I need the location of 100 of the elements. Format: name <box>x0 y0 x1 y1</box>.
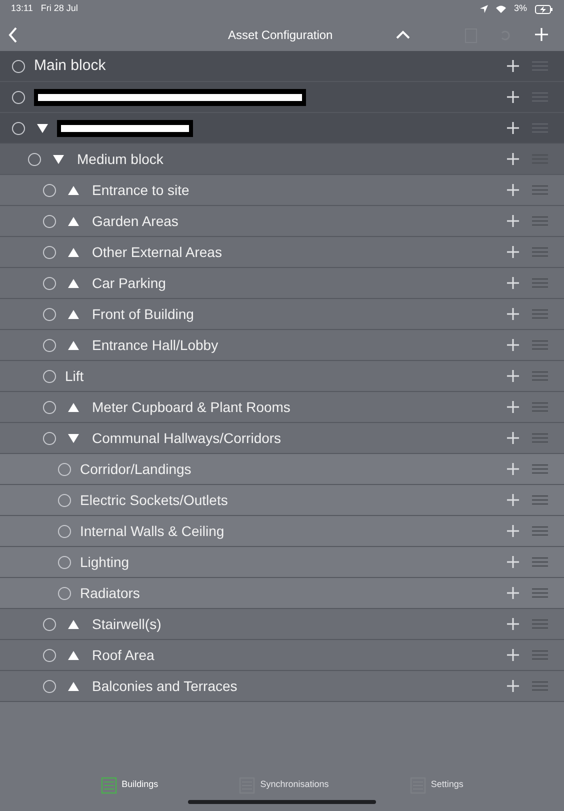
drag-handle-icon[interactable] <box>532 185 548 195</box>
drag-handle-icon[interactable] <box>532 340 548 350</box>
tree-row[interactable]: Main block <box>0 51 564 82</box>
add-icon[interactable] <box>507 649 519 661</box>
add-icon[interactable] <box>507 587 519 599</box>
add-icon[interactable] <box>507 153 519 165</box>
add-icon[interactable] <box>507 60 519 72</box>
status-date: Fri 28 Jul <box>40 2 78 16</box>
location-icon <box>480 5 488 13</box>
tree-row[interactable]: Medium block <box>0 144 564 175</box>
wifi-icon <box>496 5 506 13</box>
drag-handle-icon[interactable] <box>532 495 548 505</box>
tree-row[interactable]: Garden Areas <box>0 206 564 237</box>
add-icon[interactable] <box>507 618 519 630</box>
drag-handle-icon[interactable] <box>532 247 548 257</box>
tree-row[interactable]: Lighting <box>0 547 564 578</box>
tree-row[interactable]: Other External Areas <box>0 237 564 268</box>
back-icon[interactable] <box>8 26 18 42</box>
item-label: Main block <box>34 56 106 76</box>
tree-row[interactable] <box>0 113 564 144</box>
tree-row[interactable]: Internal Walls & Ceiling <box>0 516 564 547</box>
drag-handle-icon[interactable] <box>532 309 548 319</box>
add-icon[interactable] <box>507 525 519 537</box>
drag-handle-icon[interactable] <box>532 61 548 71</box>
chevron-up-icon[interactable] <box>396 30 410 39</box>
tab-button[interactable]: Settings <box>410 776 464 794</box>
tree-row[interactable]: Lift <box>0 361 564 392</box>
add-icon[interactable] <box>507 463 519 475</box>
drag-handle-icon[interactable] <box>532 278 548 288</box>
add-icon[interactable] <box>507 122 519 134</box>
drag-handle-icon[interactable] <box>532 92 548 102</box>
add-icon[interactable] <box>507 556 519 568</box>
expand-triangle-icon[interactable] <box>68 340 79 350</box>
add-icon[interactable] <box>507 339 519 351</box>
item-label: Communal Hallways/Corridors <box>92 428 282 448</box>
expand-triangle-icon[interactable] <box>68 278 79 288</box>
collapse-triangle-icon[interactable] <box>37 124 48 132</box>
tree-row[interactable]: Balconies and Terraces <box>0 671 564 702</box>
drag-handle-icon[interactable] <box>532 619 548 629</box>
add-icon[interactable] <box>507 494 519 506</box>
item-label: Corridor/Landings <box>80 460 192 479</box>
item-label: Internal Walls & Ceiling <box>80 522 224 541</box>
tree-row[interactable]: Car Parking <box>0 268 564 299</box>
expand-triangle-icon[interactable] <box>68 248 79 256</box>
tree-row[interactable]: Radiators <box>0 578 564 609</box>
charging-battery-icon <box>535 4 553 14</box>
drag-handle-icon[interactable] <box>532 681 548 691</box>
drag-handle-icon[interactable] <box>532 371 548 381</box>
tree-row[interactable]: Electric Sockets/Outlets <box>0 485 564 516</box>
collapse-triangle-icon[interactable] <box>53 154 64 164</box>
drag-handle-icon[interactable] <box>532 557 548 567</box>
add-icon[interactable] <box>507 401 519 413</box>
item-label: Balconies and Terraces <box>92 676 238 696</box>
drag-handle-icon[interactable] <box>532 433 548 443</box>
tab-button[interactable]: Synchronisations <box>239 776 329 794</box>
add-icon[interactable] <box>507 91 519 103</box>
item-label: Lighting <box>80 552 130 572</box>
add-icon[interactable] <box>507 215 519 227</box>
item-label: Front of Building <box>92 304 194 324</box>
drag-handle-icon[interactable] <box>532 216 548 226</box>
tree-row[interactable] <box>0 82 564 113</box>
item-label: Radiators <box>80 584 140 602</box>
tree-row[interactable]: Entrance to site <box>0 175 564 206</box>
expand-triangle-icon[interactable] <box>68 216 79 226</box>
add-icon[interactable] <box>507 184 519 196</box>
item-label: Car Parking <box>92 274 166 293</box>
tree-row[interactable]: Roof Area <box>0 640 564 671</box>
expand-triangle-icon[interactable] <box>68 186 79 194</box>
tree-row[interactable]: Communal Hallways/Corridors <box>0 423 564 454</box>
drag-handle-icon[interactable] <box>532 402 548 412</box>
tree-row[interactable]: Entrance Hall/Lobby <box>0 330 564 361</box>
item-label: Stairwell(s) <box>92 614 162 634</box>
tree-row[interactable]: Corridor/Landings <box>0 454 564 485</box>
tree-row[interactable]: Stairwell(s) <box>0 609 564 640</box>
add-icon[interactable] <box>507 308 519 320</box>
drag-handle-icon[interactable] <box>532 123 548 133</box>
expand-triangle-icon[interactable] <box>68 620 79 628</box>
item-label: Garden Areas <box>92 212 178 230</box>
drag-handle-icon[interactable] <box>532 588 548 598</box>
drag-handle-icon[interactable] <box>532 526 548 536</box>
expand-triangle-icon[interactable] <box>68 650 79 660</box>
drag-handle-icon[interactable] <box>532 650 548 660</box>
add-icon[interactable] <box>507 370 519 382</box>
drag-handle-icon[interactable] <box>532 464 548 474</box>
tree-row[interactable]: Meter Cupboard & Plant Rooms <box>0 392 564 423</box>
expand-triangle-icon[interactable] <box>68 402 79 412</box>
item-label: Meter Cupboard & Plant Rooms <box>92 398 290 417</box>
tab-button[interactable]: Buildings <box>100 776 158 794</box>
add-icon[interactable] <box>507 680 519 692</box>
add-icon[interactable] <box>507 246 519 258</box>
add-icon[interactable] <box>507 277 519 289</box>
item-label: Lift <box>65 366 84 386</box>
item-label: Entrance to site <box>92 180 190 200</box>
expand-triangle-icon[interactable] <box>68 682 79 690</box>
tree-row[interactable]: Front of Building <box>0 299 564 330</box>
expand-triangle-icon[interactable] <box>68 310 79 318</box>
battery-percent: 3% <box>514 2 527 16</box>
list-icon <box>100 776 117 794</box>
add-icon[interactable] <box>507 432 519 444</box>
collapse-triangle-icon[interactable] <box>68 434 79 442</box>
